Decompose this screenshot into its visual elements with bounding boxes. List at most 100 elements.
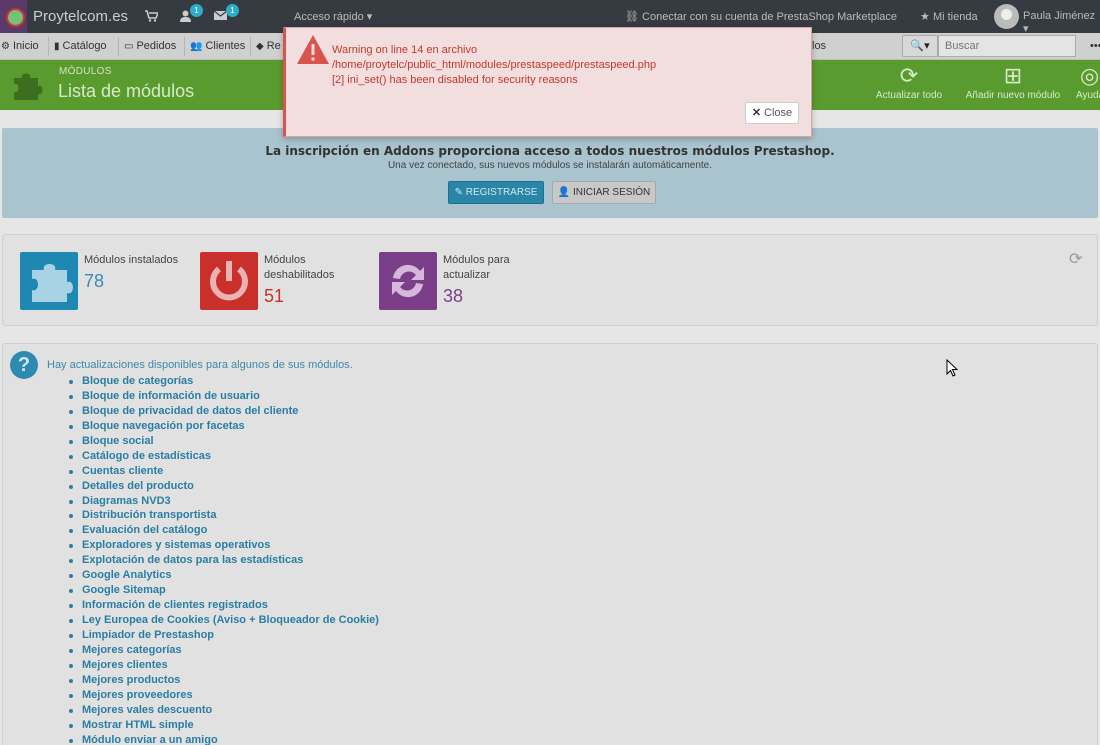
menu-label: Inicio — [12, 40, 39, 52]
cart-icon[interactable] — [145, 10, 160, 25]
tags-icon: ◆ — [256, 41, 264, 52]
quick-access-dropdown[interactable]: Acceso rápido ▾ — [294, 10, 372, 23]
kpi-disabled-value: 51 — [264, 286, 285, 306]
module-update-link[interactable]: Mejores clientes — [67, 658, 379, 673]
quick-access-label: Acceso rápido — [294, 11, 364, 23]
module-update-link[interactable]: Mejores proveedores — [67, 688, 379, 703]
my-store-link[interactable]: ★ Mi tienda — [920, 10, 978, 23]
updates-panel: ? Hay actualizaciones disponibles para a… — [2, 343, 1098, 745]
kpi-installed-label: Módulos instalados — [84, 254, 179, 266]
login-button[interactable]: 👤 INICIAR SESIÓN — [552, 181, 656, 204]
menu-label: Catálogo — [62, 40, 107, 52]
menu-divider — [48, 37, 49, 56]
chain-icon: ⛓ — [625, 11, 639, 23]
caret-down-icon: ▾ — [924, 40, 930, 52]
shop-name[interactable]: Proytelcom.es — [33, 8, 128, 25]
register-button[interactable]: ✎ REGISTRARSE — [448, 181, 544, 204]
mouse-cursor-icon — [946, 359, 958, 377]
users-icon: 👥 — [190, 41, 203, 52]
module-update-link[interactable]: Mejores vales descuento — [67, 703, 379, 718]
menu-item-inicio[interactable]: ⚙ Inicio — [1, 40, 39, 52]
module-update-link[interactable]: Bloque social — [67, 434, 379, 449]
user-menu[interactable]: Paula Jiménez ▾ — [1023, 10, 1100, 35]
update-all-label: Actualizar todo — [875, 90, 943, 101]
menu-item-modules[interactable]: los — [812, 40, 826, 52]
module-update-link[interactable]: Mejores productos — [67, 673, 379, 688]
menu-label: los — [812, 40, 827, 52]
menu-divider — [118, 37, 119, 56]
module-update-link[interactable]: Detalles del producto — [67, 479, 379, 494]
login-label: INICIAR SESIÓN — [572, 187, 651, 198]
close-icon: ✕ — [751, 107, 762, 119]
power-icon — [200, 252, 258, 310]
module-update-link[interactable]: Módulo enviar a un amigo — [67, 733, 379, 745]
module-update-link[interactable]: Bloque de privacidad de datos del client… — [67, 404, 379, 419]
envelope-icon[interactable] — [213, 10, 228, 24]
update-all-button[interactable]: ⟳ Actualizar todo — [871, 64, 947, 102]
module-update-link[interactable]: Ley Europea de Cookies (Aviso + Bloquead… — [67, 613, 379, 628]
module-update-link[interactable]: Evaluación del catálogo — [67, 523, 379, 538]
module-update-link[interactable]: Catálogo de estadísticas — [67, 449, 379, 464]
puzzle-icon — [20, 252, 78, 310]
module-update-link[interactable]: Bloque de información de usuario — [67, 389, 379, 404]
messages-badge: 1 — [226, 4, 239, 17]
menu-item-reports[interactable]: ◆ Re — [256, 40, 281, 52]
module-update-link[interactable]: Mejores categorías — [67, 643, 379, 658]
module-update-link[interactable]: Diagramas NVD3 — [67, 494, 379, 509]
help-button[interactable]: ◎ Ayuda — [1076, 63, 1100, 102]
warning-line-3: [2] ini_set() has been disabled for secu… — [332, 74, 578, 86]
module-update-link[interactable]: Google Analytics — [67, 568, 379, 583]
caret-down-icon: ▾ — [366, 11, 373, 23]
menu-item-clientes[interactable]: 👥 Clientes — [190, 40, 245, 52]
close-button[interactable]: ✕ Close — [745, 102, 799, 124]
kpi-panel: Módulos instalados 78 Módulos deshabilit… — [2, 234, 1098, 326]
plus-square-icon: ⊞ — [1003, 63, 1023, 88]
module-update-link[interactable]: Mostrar HTML simple — [67, 718, 379, 733]
module-update-link[interactable]: Limpiador de Prestashop — [67, 628, 379, 643]
module-update-link[interactable]: Bloque de categorías — [67, 374, 379, 389]
module-update-list: Bloque de categorías Bloque de informació… — [67, 374, 379, 745]
search-scope-button[interactable]: 🔍▾ — [902, 35, 938, 57]
question-icon: ? — [10, 351, 38, 379]
customers-badge: 1 — [190, 4, 203, 17]
connect-marketplace-link[interactable]: ⛓ Conectar con su cuenta de PrestaShop M… — [625, 10, 897, 23]
refresh-icon[interactable]: ⟳ — [1069, 249, 1082, 269]
avatar[interactable] — [994, 4, 1019, 29]
warning-icon — [297, 35, 329, 64]
more-icon[interactable]: ••• — [1090, 40, 1100, 52]
module-update-link[interactable]: Bloque navegación por facetas — [67, 419, 379, 434]
breadcrumb[interactable]: MÓDULOS — [59, 66, 112, 77]
lifebuoy-icon: ◎ — [1080, 63, 1100, 88]
search-icon: 🔍 — [910, 40, 925, 52]
help-label: Ayuda — [1076, 90, 1100, 101]
kpi-disabled-label: Módulos deshabilitados — [264, 254, 335, 281]
pencil-icon: ✎ — [454, 187, 463, 198]
addons-headline: La inscripción en Addons proporciona acc… — [265, 144, 835, 158]
prestashop-logo[interactable] — [0, 0, 27, 33]
warning-line-1: Warning on line 14 en archivo — [332, 44, 478, 56]
warning-message: Warning on line 14 en archivo /home/proy… — [332, 43, 656, 88]
menu-item-catalogo[interactable]: ▮ Catálogo — [54, 40, 107, 52]
book-icon: ▮ — [54, 41, 60, 52]
module-update-link[interactable]: Exploradores y sistemas operativos — [67, 538, 379, 553]
close-label: Close — [764, 107, 793, 119]
my-store-label: Mi tienda — [932, 11, 978, 23]
search-input[interactable] — [938, 35, 1076, 57]
page-title: Lista de módulos — [58, 81, 195, 101]
menu-item-pedidos[interactable]: ▭ Pedidos — [124, 40, 176, 52]
warning-modal: Warning on line 14 en archivo /home/proy… — [283, 27, 812, 137]
menu-label: Clientes — [205, 40, 246, 52]
module-update-link[interactable]: Google Sitemap — [67, 583, 379, 598]
menu-label: Re — [266, 40, 281, 52]
credit-card-icon: ▭ — [124, 41, 134, 52]
module-update-link[interactable]: Información de clientes registrados — [67, 598, 379, 613]
add-module-button[interactable]: ⊞ Añadir nuevo módulo — [958, 63, 1068, 102]
menu-divider — [184, 37, 185, 56]
menu-label: Pedidos — [136, 40, 177, 52]
star-icon: ★ — [920, 11, 930, 23]
warning-line-2: /home/proytelc/public_html/modules/prest… — [332, 59, 657, 71]
module-update-link[interactable]: Cuentas cliente — [67, 464, 379, 479]
module-update-link[interactable]: Distribución transportista — [67, 508, 379, 523]
module-update-link[interactable]: Explotación de datos para las estadístic… — [67, 553, 379, 568]
kpi-update-label: Módulos para actualizar — [443, 254, 510, 281]
